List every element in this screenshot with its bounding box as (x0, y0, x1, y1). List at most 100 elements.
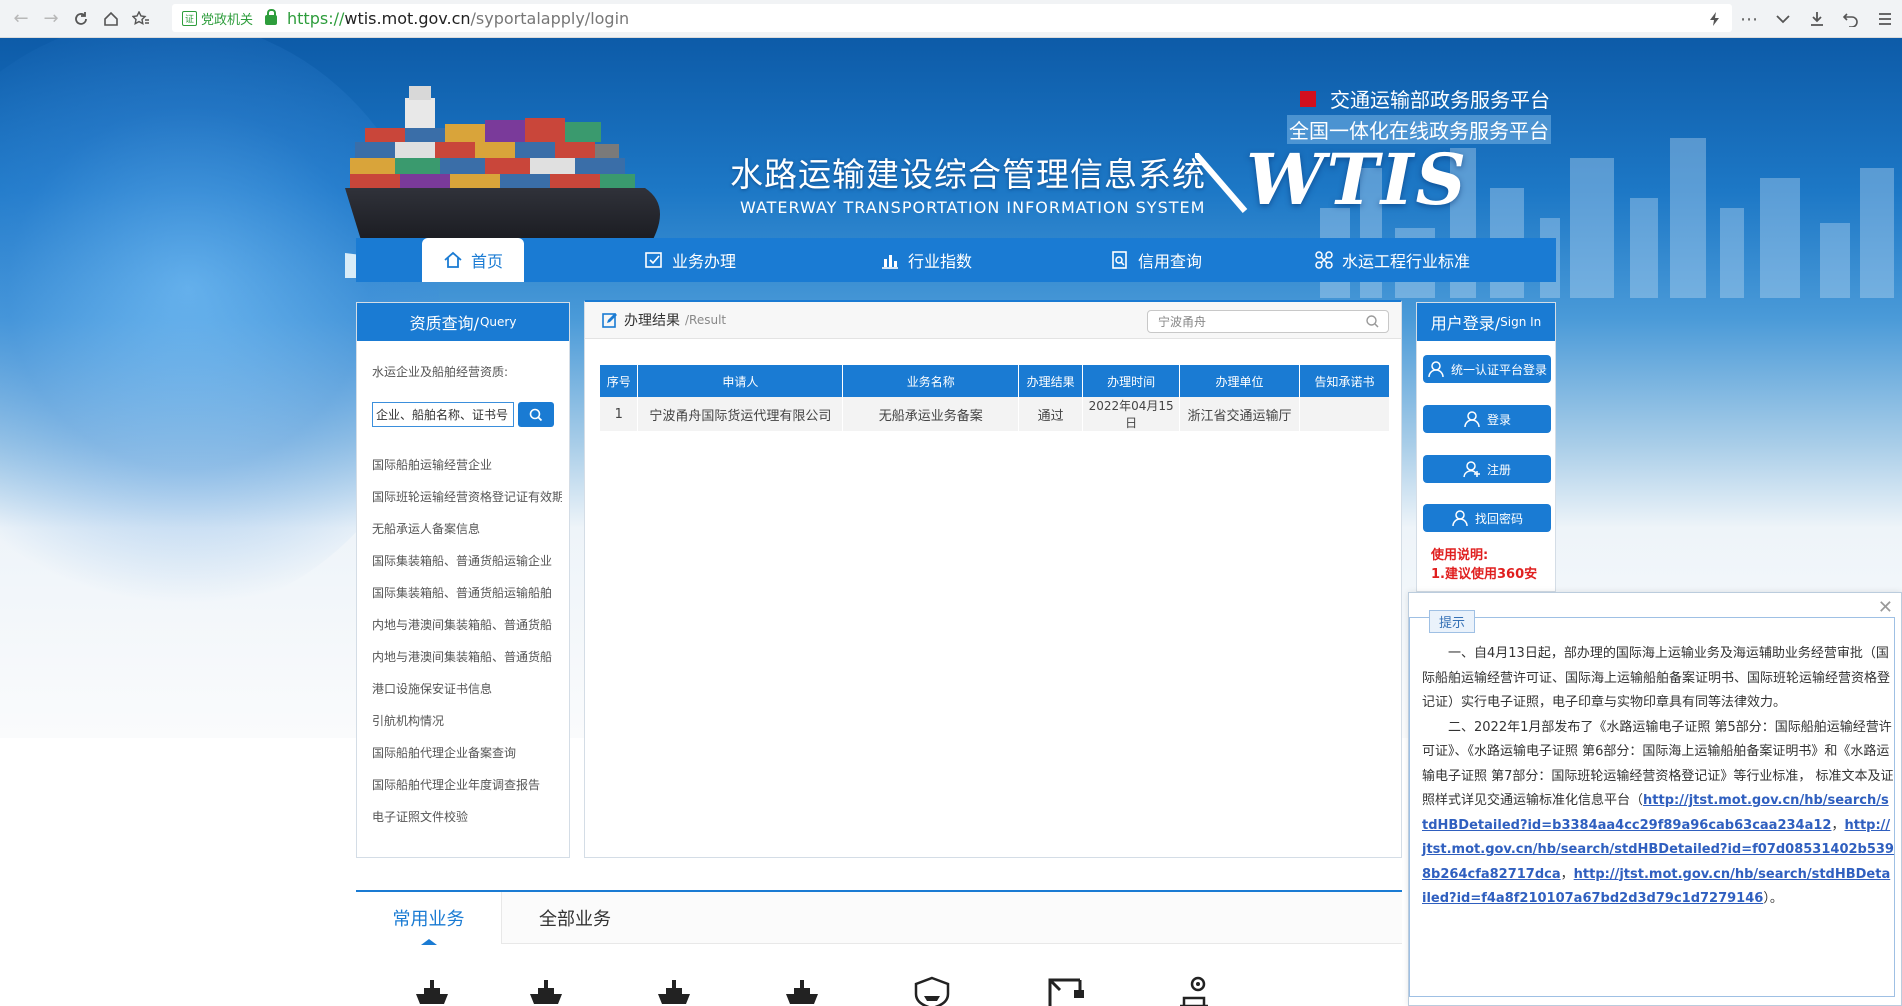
more-icon[interactable]: ⋯ (1732, 4, 1766, 34)
ship-icon[interactable] (526, 976, 566, 1006)
nav-business[interactable]: 业务办理 (590, 238, 790, 282)
usage-instructions: 使用说明: 1.建议使用360安 (1431, 548, 1538, 582)
login-panel-title: 用户登录/Sign In (1417, 303, 1555, 341)
query-link-list: 国际船舶运输经营企业 国际班轮运输经营资格登记证有效期 无船承运人备案信息 国际… (372, 449, 562, 833)
query-link[interactable]: 内地与港澳间集装箱船、普通货船 (372, 641, 562, 673)
system-title: 水路运输建设综合管理信息系统 (730, 155, 1206, 194)
table-cell: 通过 (1018, 397, 1084, 431)
tab-common-business[interactable]: 常用业务 (356, 892, 502, 945)
table-cell: 浙江省交通运输厅 (1179, 397, 1300, 431)
register-button[interactable]: 注册 (1423, 455, 1551, 483)
home-icon (444, 251, 462, 268)
url-path: /syportalapply/login (470, 8, 630, 28)
home-browser-icon[interactable] (96, 4, 126, 34)
query-subtitle: 水运企业及船舶经营资质: (372, 365, 509, 379)
notice-box: 提示 一、自4月13日起，部办理的国际海上运输业务及海运辅助业务经营审批（国际船… (1409, 610, 1895, 997)
column-header: 业务名称 (842, 365, 1020, 397)
result-table: 序号 申请人 业务名称 办理结果 办理时间 办理单位 告知承诺书 1 宁波甬舟国… (600, 365, 1391, 431)
gov-badge: 证党政机关 (182, 9, 253, 28)
pilot-icon[interactable] (1174, 976, 1214, 1006)
user-icon (1452, 510, 1468, 527)
query-link[interactable]: 无船承运人备案信息 (372, 513, 562, 545)
address-bar[interactable]: 证党政机关 https://wtis.mot.gov.cn/syportalap… (172, 4, 1732, 32)
table-row[interactable]: 1 宁波甬舟国际货运代理有限公司 无船承运业务备案 通过 2022年04月15日… (600, 397, 1391, 431)
business-tab-row: 常用业务 全部业务 (356, 892, 1402, 945)
table-cell: 1 (600, 397, 639, 431)
column-header: 办理时间 (1082, 365, 1181, 397)
nav-home[interactable]: 首页 (422, 238, 524, 282)
chevron-down-icon[interactable] (1766, 4, 1800, 34)
ship-icon[interactable] (412, 976, 452, 1006)
nav-credit-query[interactable]: 信用查询 (1056, 238, 1256, 282)
shield-ship-icon[interactable] (912, 976, 952, 1006)
query-link[interactable]: 国际集装箱船、普通货船运输企业 (372, 545, 562, 577)
notice-title: 提示 (1429, 610, 1476, 633)
back-icon[interactable]: ← (6, 4, 36, 34)
search-icon[interactable] (1365, 314, 1380, 329)
query-panel-title: 资质查询/Query (357, 303, 569, 341)
result-panel-header: 办理结果/Result 宁波甬舟 (585, 302, 1401, 339)
platform-tag-national[interactable]: 全国一体化在线政务服务平台 (1287, 115, 1551, 144)
query-link[interactable]: 引航机构情况 (372, 705, 562, 737)
result-title: 办理结果 (624, 313, 680, 329)
lightning-icon[interactable] (1698, 4, 1732, 34)
search-icon (529, 408, 543, 421)
query-link[interactable]: 国际船舶运输经营企业 (372, 449, 562, 481)
favorites-icon[interactable] (126, 4, 156, 34)
column-header: 办理单位 (1179, 365, 1300, 397)
column-header: 申请人 (637, 365, 844, 397)
query-input[interactable]: 企业、船舶名称、证书号（ (372, 402, 514, 427)
undo-icon[interactable] (1834, 4, 1868, 34)
user-icon (1428, 361, 1444, 378)
reload-icon[interactable] (66, 4, 96, 34)
query-link[interactable]: 港口设施保安证书信息 (372, 673, 562, 705)
gov-badge-icon: 证 (182, 10, 197, 26)
query-link[interactable]: 内地与港澳间集装箱船、普通货船 (372, 609, 562, 641)
bar-chart-icon (881, 255, 898, 269)
query-link[interactable]: 国际船舶代理企业备案查询 (372, 737, 562, 769)
business-tabs: 常用业务 全部业务 (356, 890, 1402, 1006)
system-title-en: WATERWAY TRANSPORTATION INFORMATION SYST… (740, 198, 1206, 217)
column-header: 办理结果 (1018, 365, 1084, 397)
crane-icon[interactable] (1044, 976, 1084, 1006)
tab-all-business[interactable]: 全部业务 (502, 892, 648, 944)
ship-icon[interactable] (782, 976, 822, 1006)
main-nav: 首页 业务办理 行业指数 信用查询 水运工程行业标准 (356, 238, 1556, 282)
ship-icon[interactable] (654, 976, 694, 1006)
nav-industry-index[interactable]: 行业指数 (826, 238, 1026, 282)
query-link[interactable]: 国际集装箱船、普通货船运输船舶 (372, 577, 562, 609)
notice-body: 一、自4月13日起，部办理的国际海上运输业务及海运辅助业务经营审批（国际船舶运输… (1422, 642, 1894, 912)
column-header: 序号 (600, 365, 639, 397)
close-icon[interactable]: ✕ (1878, 597, 1893, 618)
add-user-icon (1463, 461, 1480, 478)
table-cell: 无船承运业务备案 (842, 397, 1020, 431)
red-square-icon (1300, 90, 1316, 107)
column-header: 告知承诺书 (1299, 365, 1391, 397)
lock-icon (265, 9, 278, 25)
result-search-input[interactable]: 宁波甬舟 (1147, 310, 1389, 333)
user-icon (1464, 411, 1480, 428)
query-search-button[interactable] (518, 402, 554, 427)
notice-paragraph-2: 二、2022年1月部发布了《水路运输电子证照 第5部分：国际船舶运输经营许可证》… (1422, 719, 1894, 907)
platform-tag-mot[interactable]: 交通运输部政务服务平台 (1300, 84, 1550, 113)
forward-icon[interactable]: → (36, 4, 66, 34)
result-panel: 办理结果/Result 宁波甬舟 序号 申请人 业务名称 办理结果 办理时间 办… (584, 300, 1402, 858)
standards-icon (1315, 251, 1333, 269)
url-scheme: https:// (287, 8, 345, 28)
download-icon[interactable] (1800, 4, 1834, 34)
table-cell (1299, 397, 1391, 431)
document-search-icon (1112, 251, 1127, 269)
table-cell: 2022年04月15日 (1082, 397, 1181, 431)
browser-toolbar: ← → 证党政机关 https://wtis.mot.gov.cn/syport… (0, 0, 1902, 38)
edit-icon (602, 313, 617, 328)
nav-standards[interactable]: 水运工程行业标准 (1292, 238, 1492, 282)
retrieve-password-button[interactable]: 找回密码 (1423, 504, 1551, 532)
unified-auth-login-button[interactable]: 统一认证平台登录 (1423, 355, 1551, 383)
login-button[interactable]: 登录 (1423, 405, 1551, 433)
query-link[interactable]: 电子证照文件校验 (372, 801, 562, 833)
login-panel: 用户登录/Sign In 统一认证平台登录 登录 注册 找回密码 使用说明: 1… (1416, 302, 1556, 592)
query-search: 企业、船舶名称、证书号（ (372, 402, 554, 427)
query-link[interactable]: 国际班轮运输经营资格登记证有效期 (372, 481, 562, 513)
menu-icon[interactable] (1868, 4, 1902, 34)
query-link[interactable]: 国际船舶代理企业年度调查报告 (372, 769, 562, 801)
